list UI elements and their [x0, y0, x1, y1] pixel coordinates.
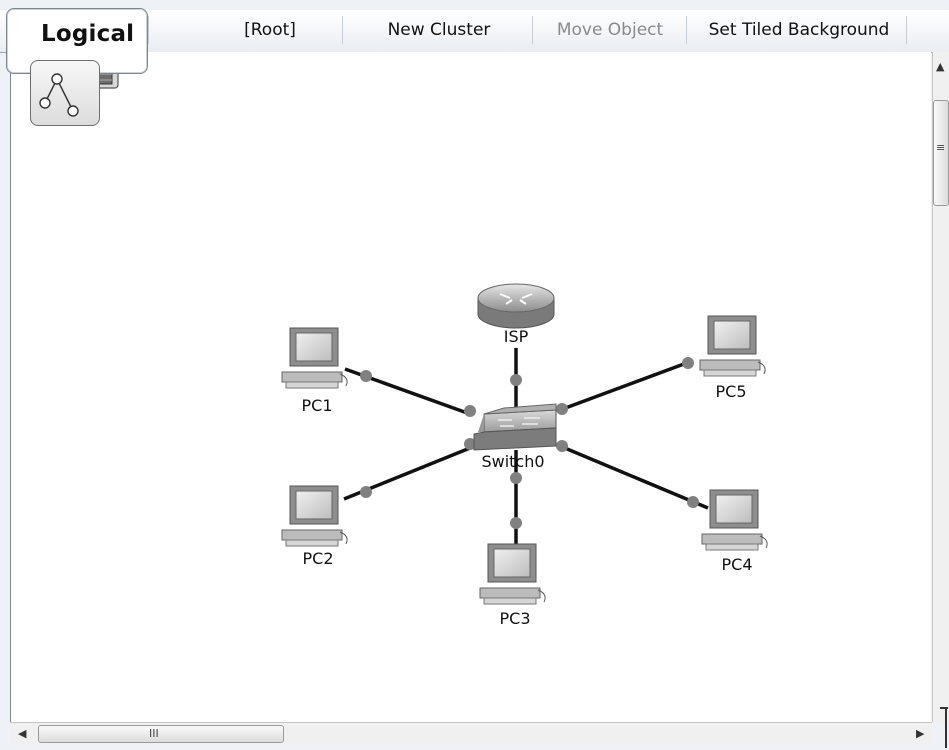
router-top — [477, 283, 555, 313]
link-status-dot — [360, 370, 372, 382]
device-label-pc5: PC5 — [716, 382, 747, 401]
pc-pc1[interactable] — [281, 327, 348, 389]
horizontal-scroll-thumb[interactable]: III — [38, 725, 284, 743]
pc-pc2[interactable] — [281, 485, 348, 547]
topology-icon — [39, 73, 79, 117]
link-switch0-pc4[interactable] — [559, 444, 709, 510]
device-label-pc2: PC2 — [303, 549, 334, 568]
network-topology: ISP Switch0 PC1 PC2 PC3 PC4 PC5 — [281, 283, 768, 628]
pc-pc4[interactable] — [701, 489, 768, 551]
link-status-dot — [687, 496, 699, 508]
link-status-dot — [556, 440, 568, 452]
chevron-right-icon[interactable]: ▶ — [916, 727, 924, 740]
link-switch0-pc5[interactable] — [559, 359, 693, 412]
link-status-dot — [510, 374, 522, 386]
link-status-dot — [510, 472, 522, 484]
logical-view-button[interactable] — [30, 60, 100, 126]
device-label-pc1: PC1 — [302, 396, 333, 415]
device-label-switch0: Switch0 — [481, 452, 544, 471]
device-label-pc3: PC3 — [500, 609, 531, 628]
vertical-scroll-thumb[interactable]: ≡ — [933, 100, 949, 206]
resize-grip-icon[interactable] — [938, 706, 949, 750]
grip-icon: III — [149, 727, 159, 740]
link-status-dot — [464, 405, 476, 417]
link-status-dot — [682, 357, 694, 369]
tab-logical-label: Logical — [41, 21, 135, 47]
switch-switch0[interactable] — [473, 403, 557, 451]
chevron-up-icon[interactable]: ▲ — [936, 60, 944, 73]
pc-pc3[interactable] — [479, 543, 546, 605]
link-status-dot — [510, 517, 522, 529]
link-status-dot — [360, 486, 372, 498]
pc-pc5[interactable] — [699, 315, 766, 377]
device-label-pc4: PC4 — [722, 555, 753, 574]
chevron-left-icon[interactable]: ◀ — [18, 727, 26, 740]
grip-icon: ≡ — [936, 141, 946, 154]
router-isp[interactable] — [477, 283, 555, 329]
device-label-isp: ISP — [504, 327, 529, 346]
link-status-dot — [556, 403, 568, 415]
